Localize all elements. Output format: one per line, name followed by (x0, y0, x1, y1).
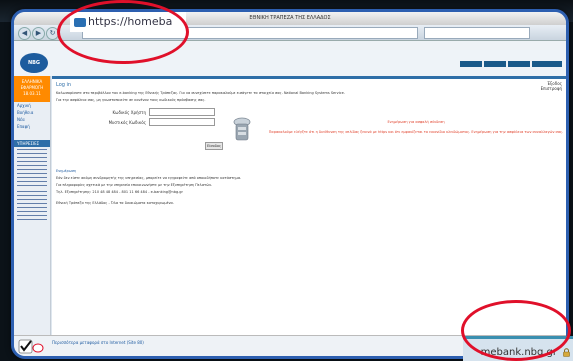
intro-text: Καλωσορίσατε στο περιβάλλον του e-bankin… (56, 91, 345, 95)
forward-button[interactable]: ▶ (32, 27, 45, 40)
bank-logo: NBG (20, 53, 48, 73)
help-line: Εάν δεν είστε ακόμη συνδρομητής της υπηρ… (56, 176, 242, 180)
main-content: Log in Έξοδος Επιστροφή Καλωσορίσατε στο… (52, 76, 566, 336)
back-button[interactable]: ◀ (18, 27, 31, 40)
help-section: Ενημέρωση Εάν δεν είστε ακόμη συνδρομητή… (52, 168, 566, 207)
top-menu-button[interactable] (508, 61, 530, 67)
keypad-icon[interactable] (233, 117, 251, 142)
help-title: Ενημέρωση (56, 169, 77, 173)
sidebar-heading: ΥΠΗΡΕΣΙΕΣ (14, 140, 50, 147)
password-label: Μυστικός Κωδικός (108, 119, 146, 125)
verified-check-icon (18, 339, 44, 354)
highlight-ring-domain (461, 300, 571, 361)
date-block: ΕΛΛΗΝΙΚΑ ΕΦΑΡΜΟΓΗ 18.03.11 (14, 76, 50, 102)
sidebar-link[interactable]: Αρχική (14, 102, 50, 109)
password-field[interactable] (149, 118, 215, 126)
search-bar[interactable] (424, 27, 530, 39)
lock-icon (563, 348, 570, 357)
page-title: Log in (56, 82, 72, 88)
login-button[interactable]: Είσοδος (205, 142, 223, 150)
sidebar-link[interactable]: Βοήθεια (14, 109, 50, 116)
sidebar-menu-list[interactable] (17, 191, 47, 221)
intro-text-2: Για την ασφάλεια σας, μη γνωστοποιείτε σ… (56, 98, 206, 102)
security-notice: Ενημέρωση για ασφαλή σύνδεση Παρακαλούμε… (266, 120, 566, 146)
top-menu-button[interactable] (532, 61, 562, 67)
username-field[interactable] (149, 108, 215, 116)
security-notice-text: Παρακαλούμε ελέγξτε ότι η διεύθυνση της … (268, 130, 564, 134)
help-line: Τηλ. Εξυπηρέτησης: 210 48 48 484 - 801 1… (56, 190, 183, 194)
username-label: Κωδικός Χρήστη (112, 109, 147, 115)
sidebar-link[interactable]: Νέα (14, 116, 50, 123)
username-row: Κωδικός Χρήστη (102, 108, 566, 116)
sidebar-link[interactable]: Επαφή (14, 123, 50, 130)
help-line: Για πληροφορίες σχετικά με την υπηρεσία … (56, 183, 213, 187)
sidebar: ΕΛΛΗΝΙΚΑ ΕΦΑΡΜΟΓΗ 18.03.11 Αρχική Βοήθει… (14, 76, 51, 336)
top-menu-button[interactable] (460, 61, 482, 67)
logout-link[interactable]: Έξοδος Επιστροφή (541, 81, 562, 91)
top-menu-button[interactable] (484, 61, 506, 67)
sidebar-menu-list[interactable] (17, 149, 47, 189)
highlight-ring-url (57, 0, 189, 64)
top-menu (460, 61, 562, 67)
help-line: Εθνική Τράπεζα της Ελλάδος - Όλα τα δικα… (56, 201, 174, 205)
status-link[interactable]: Περισσότερα μεταφορά στο Internet (Site … (52, 340, 144, 345)
security-notice-title: Ενημέρωση για ασφαλή σύνδεση (387, 120, 445, 124)
